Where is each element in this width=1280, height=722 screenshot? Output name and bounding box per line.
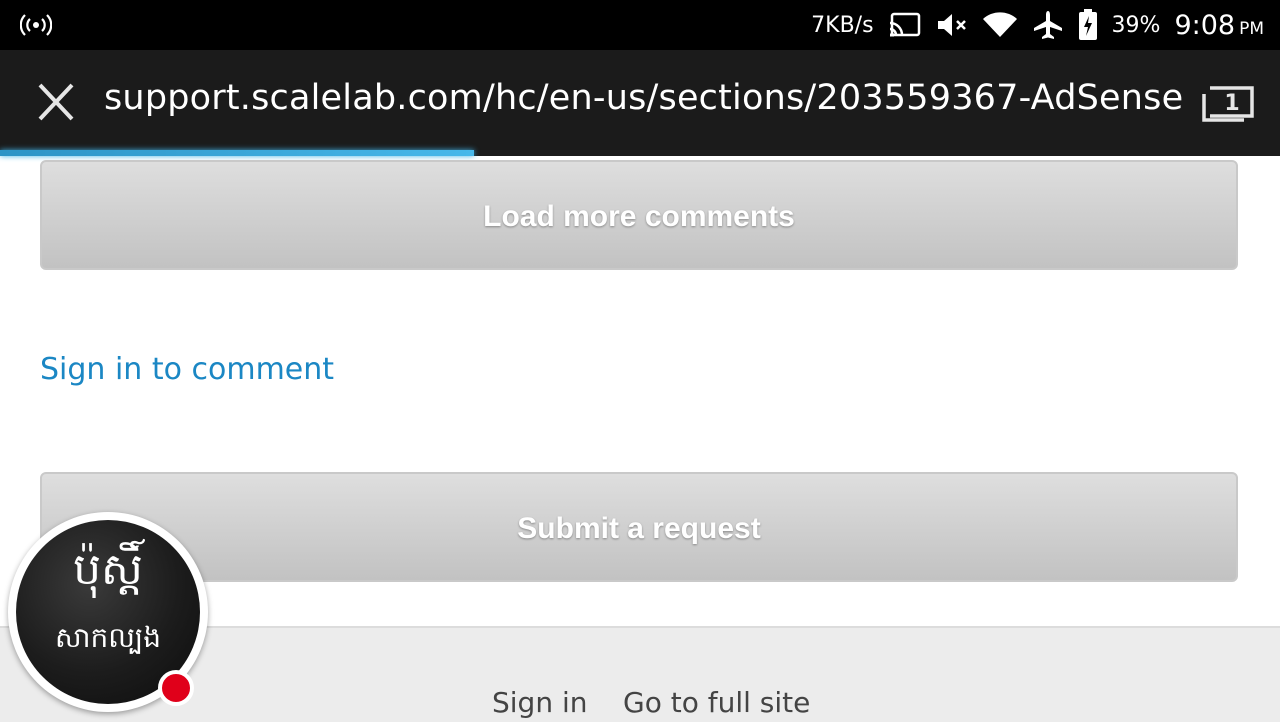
tab-count: 1: [1224, 91, 1239, 116]
footer-full-site-link[interactable]: Go to full site: [623, 686, 810, 719]
load-more-comments-button[interactable]: Load more comments: [40, 160, 1238, 270]
status-bar: 7KB/s 39% 9:08 PM: [0, 0, 1280, 50]
tab-switcher-icon[interactable]: 1: [1200, 80, 1260, 124]
airplane-icon: [1033, 11, 1062, 39]
clock-time: 9:08: [1174, 9, 1236, 41]
network-speed: 7KB/s: [811, 12, 874, 38]
battery-charging-icon: [1078, 9, 1097, 40]
avatar-text-line2: សាកល្បង: [54, 621, 162, 654]
notification-dot: [158, 670, 194, 706]
wifi-icon: [982, 12, 1017, 37]
avatar-text-line1: ប៉ុស្តិ៍: [73, 544, 143, 595]
sign-in-to-comment-link[interactable]: Sign in to comment: [40, 352, 334, 387]
battery-percent: 39%: [1111, 12, 1161, 38]
page-load-progress: [0, 150, 1280, 156]
floating-avatar-bubble[interactable]: ប៉ុស្តិ៍ សាកល្បង: [8, 512, 208, 712]
cast-icon: [889, 12, 920, 37]
footer-sign-in-link[interactable]: Sign in: [492, 686, 588, 719]
mute-icon: [937, 14, 966, 36]
page-load-progress-fill: [0, 150, 474, 156]
submit-request-button[interactable]: Submit a request: [40, 472, 1238, 582]
close-icon[interactable]: [28, 80, 84, 124]
url-field[interactable]: support.scalelab.com/hc/en-us/sections/2…: [104, 78, 1183, 118]
browser-url-bar: support.scalelab.com/hc/en-us/sections/2…: [0, 50, 1280, 154]
clock-ampm: PM: [1239, 19, 1264, 39]
hotspot-icon: [20, 14, 52, 36]
